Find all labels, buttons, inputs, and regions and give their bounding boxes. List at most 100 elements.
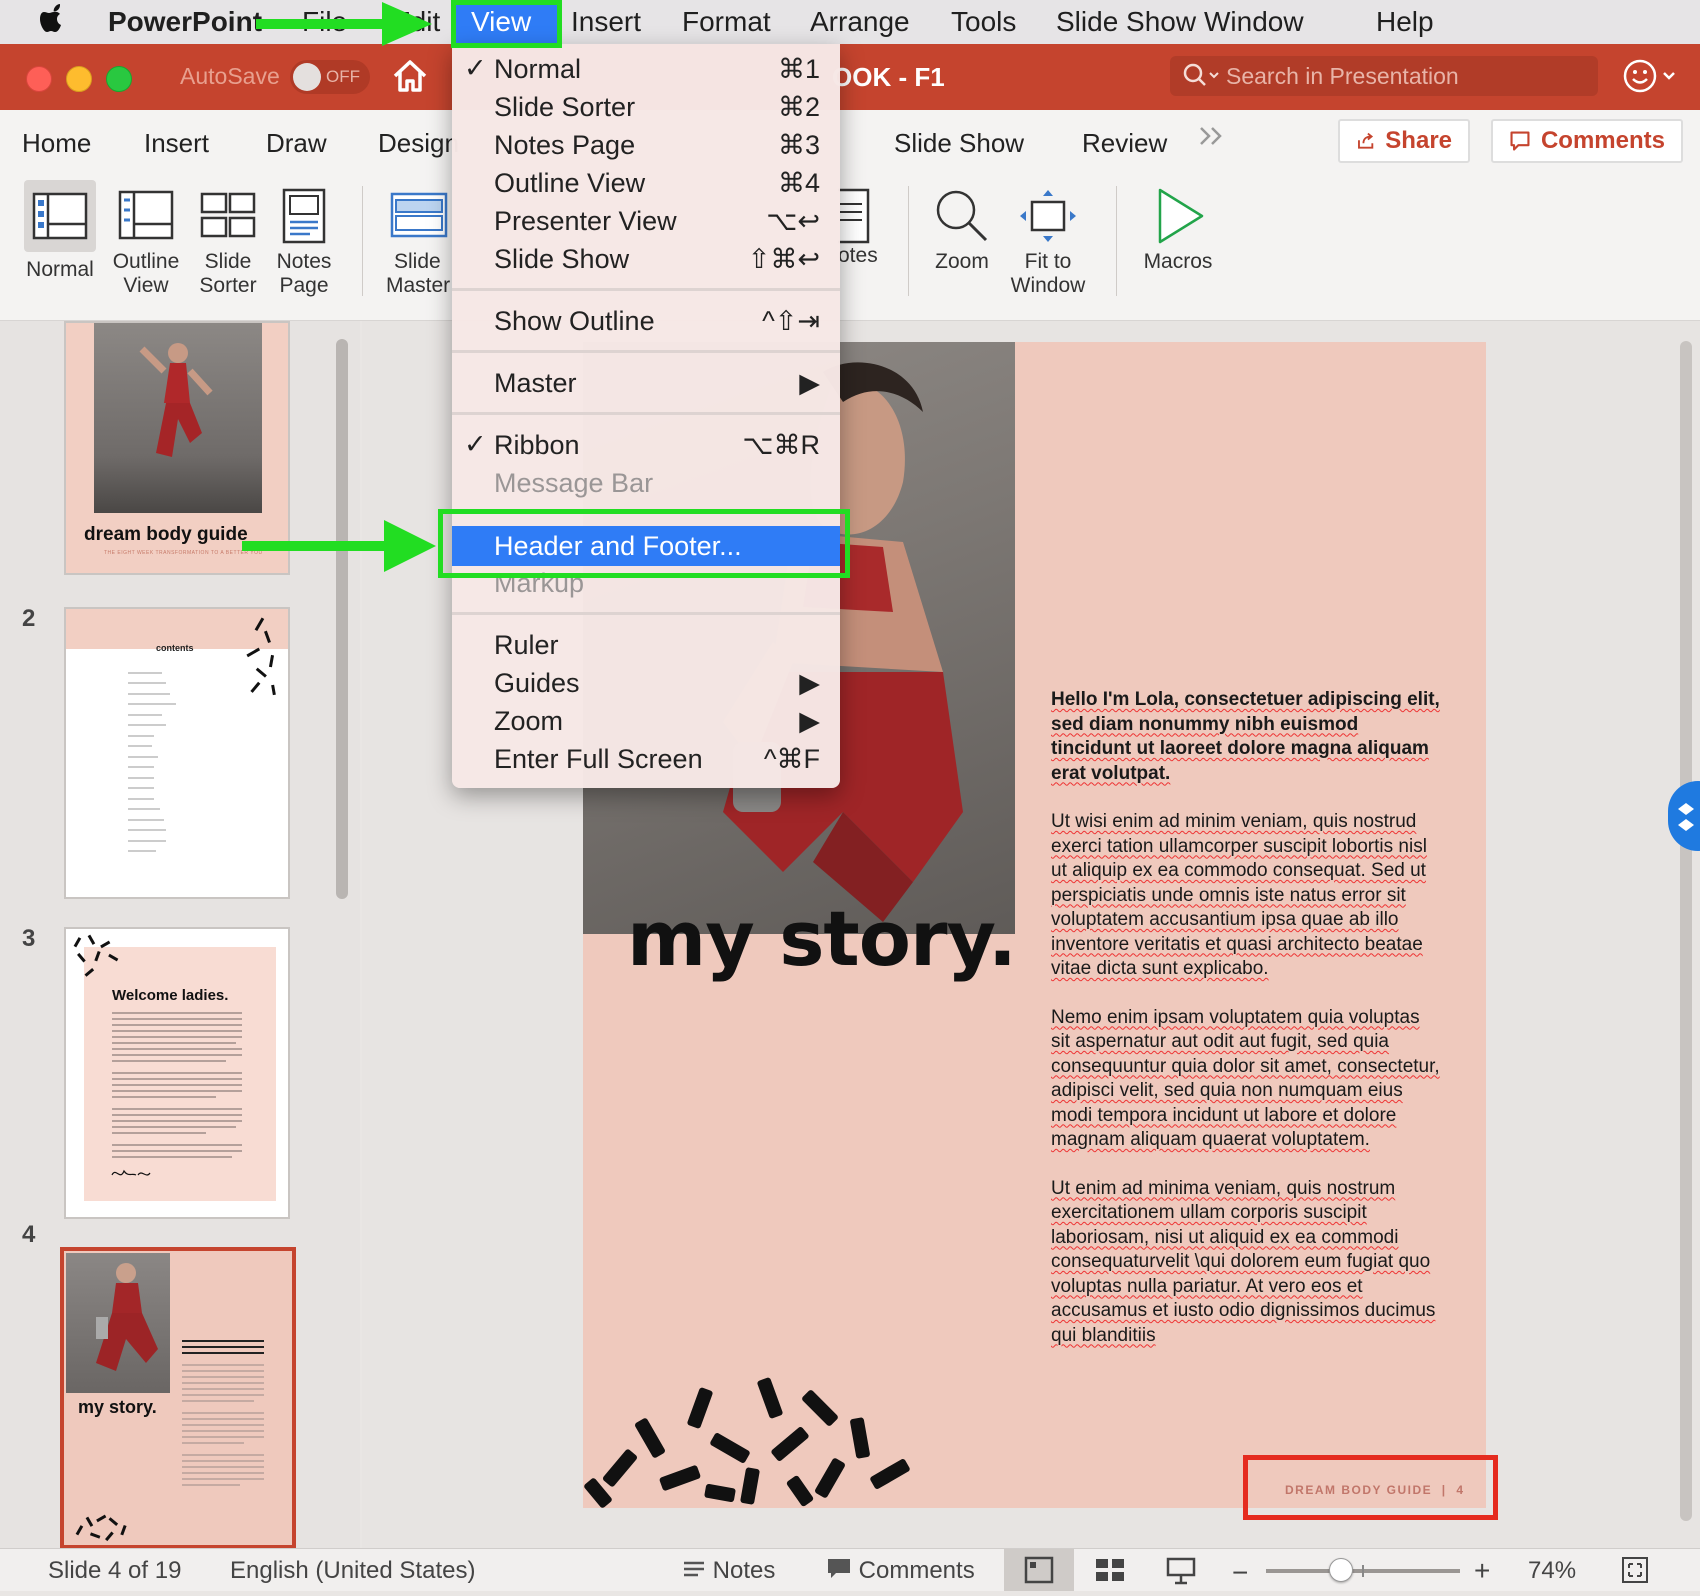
slide-sorter-button[interactable]: Slide Sorter (188, 188, 268, 298)
menu-item-full-screen-shortcut: ^⌘F (763, 744, 820, 774)
menu-help[interactable]: Help (1376, 6, 1434, 38)
zoom-label: Zoom (935, 250, 989, 273)
outline-view-button[interactable]: Outline View (106, 188, 186, 298)
thumbnail-scrollbar[interactable] (336, 339, 348, 899)
editor-scrollbar[interactable] (1680, 341, 1692, 1521)
tab-review[interactable]: Review (1082, 128, 1167, 159)
footer-highlight-box (1243, 1455, 1498, 1520)
menu-item-outline-view-shortcut: ⌘4 (777, 168, 820, 198)
menu-item-show-outline-label: Show Outline (494, 306, 655, 336)
notes-toggle[interactable]: Notes (682, 1557, 775, 1585)
comments-toggle[interactable]: Comments (826, 1557, 975, 1585)
macros-button[interactable]: Macros (1136, 188, 1220, 274)
share-button[interactable]: Share (1338, 119, 1470, 163)
thumbnail-slide-3[interactable]: Welcome ladies. (64, 927, 290, 1219)
zoom-slider[interactable] (1266, 1558, 1460, 1582)
normal-view-button[interactable]: Normal (20, 180, 100, 282)
outline-view-label-2: View (123, 274, 169, 297)
menu-app-name[interactable]: PowerPoint (108, 6, 262, 38)
comments-icon (828, 1559, 850, 1578)
more-tabs-chevron-icon[interactable] (1198, 124, 1226, 155)
thumb4-text-lines (75, 1340, 264, 1542)
menu-tools[interactable]: Tools (951, 6, 1016, 38)
menu-item-normal[interactable]: ✓ Normal ⌘1 (452, 50, 840, 88)
checkmark-icon: ✓ (464, 53, 487, 83)
notes-button-partial[interactable]: otes (826, 188, 898, 268)
normal-view-status-button[interactable] (1004, 1549, 1074, 1591)
menu-item-slide-show[interactable]: Slide Show ⇧⌘↩ (452, 240, 840, 278)
outline-view-icon (116, 188, 176, 244)
zoom-slider-thumb[interactable] (1328, 1558, 1353, 1582)
fit-slide-icon[interactable] (1620, 1555, 1650, 1590)
thumb2-toc-lines (128, 617, 276, 852)
home-icon[interactable] (392, 58, 428, 99)
ribbon-divider (362, 186, 363, 296)
share-icon (1358, 132, 1374, 149)
menu-item-zoom-label: Zoom (494, 706, 564, 736)
menu-item-guides[interactable]: Guides ▶ (452, 664, 840, 702)
fit-to-window-button[interactable]: Fit to Window (1002, 188, 1094, 298)
slide-count: Slide 4 of 19 (48, 1557, 182, 1584)
notes-page-label-2: Page (279, 274, 329, 297)
green-arrow-to-view-menu (256, 2, 432, 46)
presenter-view-status-icon[interactable] (1166, 1557, 1196, 1590)
search-box[interactable]: Search in Presentation (1170, 56, 1598, 96)
tab-insert[interactable]: Insert (144, 128, 209, 159)
tab-design[interactable]: Design (378, 128, 459, 159)
menu-item-outline-view[interactable]: Outline View ⌘4 (452, 164, 840, 202)
tab-home[interactable]: Home (22, 128, 91, 159)
menu-item-ribbon[interactable]: ✓ Ribbon ⌥⌘R (452, 426, 840, 464)
menu-window[interactable]: Window (1204, 6, 1304, 38)
menu-arrange[interactable]: Arrange (810, 6, 910, 38)
zoom-window-button[interactable] (106, 66, 132, 92)
autosave-toggle[interactable]: OFF (290, 60, 370, 94)
menu-item-show-outline[interactable]: Show Outline ^⇧⇥ (452, 302, 840, 340)
apple-icon[interactable] (40, 2, 68, 43)
menu-item-presenter-view[interactable]: Presenter View ⌥↩ (452, 202, 840, 240)
zoom-button[interactable]: Zoom (924, 188, 1000, 274)
normal-label: Normal (26, 258, 94, 281)
menu-item-slide-show-label: Slide Show (494, 244, 630, 274)
ribbon-divider-2 (908, 186, 909, 296)
menu-item-ruler[interactable]: Ruler (452, 626, 840, 664)
menu-item-notes-page[interactable]: Notes Page ⌘3 (452, 126, 840, 164)
menu-item-notes-page-shortcut: ⌘3 (777, 130, 820, 160)
menu-item-slide-sorter-label: Slide Sorter (494, 92, 636, 122)
slide-sorter-icon (198, 188, 258, 244)
menu-item-master[interactable]: Master ▶ (452, 364, 840, 402)
menu-item-slide-sorter[interactable]: Slide Sorter ⌘2 (452, 88, 840, 126)
share-label: Share (1385, 127, 1452, 154)
tab-draw[interactable]: Draw (266, 128, 327, 159)
menu-item-zoom[interactable]: Zoom ▶ (452, 702, 840, 740)
slide-thumbnail-panel: dream body guide THE EIGHT WEEK TRANSFOR… (0, 321, 360, 1548)
minimize-window-button[interactable] (66, 66, 92, 92)
menu-format[interactable]: Format (682, 6, 771, 38)
ribbon-divider-3 (1116, 186, 1117, 296)
menu-slide-show[interactable]: Slide Show (1056, 6, 1196, 38)
tab-slide-show[interactable]: Slide Show (894, 128, 1024, 159)
menu-item-presenter-view-label: Presenter View (494, 206, 677, 236)
notes-page-button[interactable]: Notes Page (264, 188, 344, 298)
confetti-decoration (584, 1377, 910, 1508)
notes-label-partial: otes (838, 244, 878, 267)
slide-master-button[interactable]: Slide Master (380, 188, 460, 298)
thumbnail-slide-4-selected[interactable]: my story. (60, 1247, 296, 1548)
close-window-button[interactable] (26, 66, 52, 92)
zoom-percentage[interactable]: 74% (1528, 1557, 1576, 1585)
thumb1-subtitle: THE EIGHT WEEK TRANSFORMATION TO A BETTE… (104, 550, 263, 556)
header-footer-highlight-box (438, 509, 850, 578)
language-indicator[interactable]: English (United States) (230, 1557, 475, 1585)
menu-item-enter-full-screen[interactable]: Enter Full Screen ^⌘F (452, 740, 840, 778)
menu-insert[interactable]: Insert (571, 6, 641, 38)
slide-sorter-status-icon[interactable] (1094, 1557, 1126, 1588)
zoom-in-icon[interactable]: + (1474, 1555, 1490, 1587)
menu-item-show-outline-shortcut: ^⇧⇥ (762, 306, 820, 336)
comments-button[interactable]: Comments (1491, 119, 1683, 163)
ribbon-tabs: Home Insert Draw Design Slide Show Revie… (0, 110, 1700, 174)
thumbnail-slide-2[interactable]: contents (64, 607, 290, 899)
dropbox-badge-icon[interactable] (1668, 781, 1700, 851)
zoom-out-icon[interactable]: − (1232, 1557, 1248, 1589)
menu-item-master-label: Master (494, 368, 577, 398)
smiley-feedback-icon[interactable] (1622, 58, 1682, 99)
fit-window-icon (1018, 188, 1078, 244)
